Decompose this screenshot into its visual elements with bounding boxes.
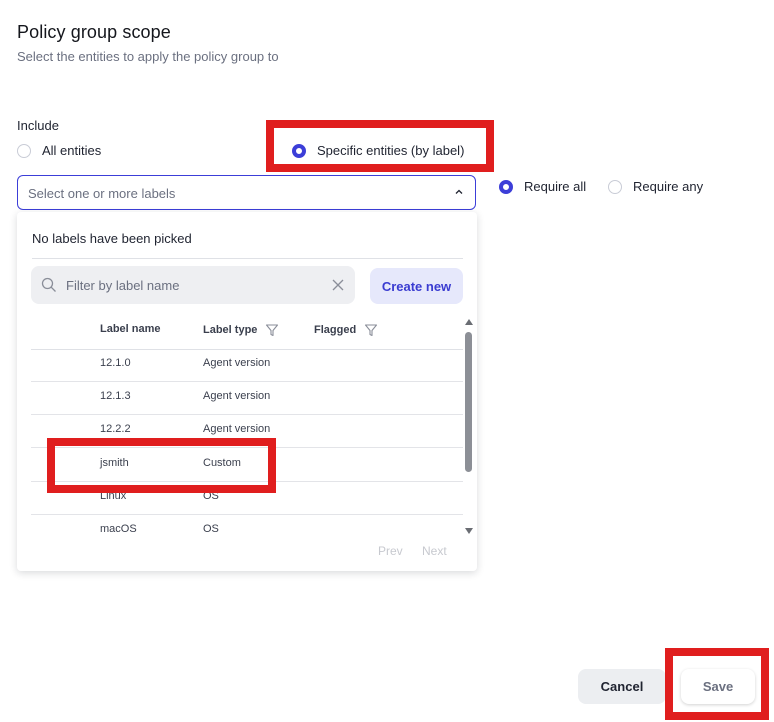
column-header-flagged-text: Flagged (314, 324, 357, 336)
scroll-down-arrow-icon[interactable] (465, 528, 473, 534)
table-row[interactable]: 12.1.3 Agent version (31, 382, 463, 415)
row-label-type: Custom (203, 457, 241, 469)
row-label-type: Agent version (203, 390, 271, 402)
radio-require-all-label: Require all (524, 179, 587, 194)
divider (32, 258, 463, 259)
page-title: Policy group scope (17, 22, 171, 42)
row-label-name: 12.1.0 (100, 357, 131, 369)
row-label-name: macOS (100, 523, 137, 535)
row-label-name: Linux (100, 490, 127, 502)
row-label-type: OS (203, 523, 219, 535)
create-new-button[interactable]: Create new (370, 268, 463, 304)
filter-funnel-icon[interactable] (265, 323, 279, 337)
search-icon (41, 277, 56, 292)
radio-circle-icon (608, 179, 622, 194)
row-label-type: Agent version (203, 423, 271, 435)
table-row[interactable]: 12.1.0 Agent version (31, 349, 463, 382)
row-label-name: 12.1.3 (100, 390, 131, 402)
column-header-label-name-text: Label name (100, 323, 161, 335)
pager-next-button[interactable]: Next (422, 544, 447, 558)
column-header-flagged[interactable]: Flagged (314, 323, 378, 337)
radio-require-all[interactable]: Require all (499, 179, 586, 194)
row-label-type: OS (203, 490, 219, 502)
column-header-label-name[interactable]: Label name (100, 323, 161, 335)
cancel-button[interactable]: Cancel (578, 669, 666, 704)
radio-all-entities[interactable]: All entities (17, 143, 101, 158)
label-select[interactable]: Select one or more labels (17, 175, 476, 210)
table-row[interactable]: 12.2.2 Agent version (31, 415, 463, 448)
column-header-label-type-text: Label type (203, 324, 258, 336)
scrollbar-thumb[interactable] (465, 332, 472, 472)
row-divider (31, 447, 463, 448)
page-subtitle: Select the entities to apply the policy … (17, 49, 279, 64)
include-label: Include (17, 118, 59, 133)
radio-require-any[interactable]: Require any (608, 179, 703, 194)
table-row[interactable]: macOS OS (31, 515, 463, 539)
scroll-up-arrow-icon[interactable] (465, 319, 473, 325)
label-filter-input[interactable]: Filter by label name (31, 266, 355, 304)
radio-checked-icon (499, 179, 513, 194)
no-labels-message: No labels have been picked (32, 231, 192, 246)
radio-circle-icon (17, 143, 31, 158)
table-row-jsmith[interactable]: jsmith Custom (31, 449, 463, 482)
pager-prev-button[interactable]: Prev (378, 544, 403, 558)
radio-all-entities-label: All entities (42, 143, 102, 158)
radio-checked-icon (292, 143, 306, 158)
radio-specific-entities-label: Specific entities (by label) (317, 143, 465, 158)
filter-funnel-icon[interactable] (364, 323, 378, 337)
radio-specific-entities[interactable]: Specific entities (by label) (292, 143, 464, 158)
table-row[interactable]: Linux OS (31, 482, 463, 515)
label-dropdown-panel: No labels have been picked Filter by lab… (17, 212, 477, 571)
radio-require-any-label: Require any (633, 179, 704, 194)
close-icon[interactable] (331, 278, 345, 292)
chevron-up-icon (455, 189, 463, 194)
label-select-placeholder: Select one or more labels (28, 186, 176, 201)
row-label-name: jsmith (100, 457, 129, 469)
label-filter-placeholder: Filter by label name (66, 278, 180, 293)
column-header-label-type[interactable]: Label type (203, 323, 279, 337)
row-label-type: Agent version (203, 357, 271, 369)
row-label-name: 12.2.2 (100, 423, 131, 435)
save-button[interactable]: Save (681, 669, 755, 704)
